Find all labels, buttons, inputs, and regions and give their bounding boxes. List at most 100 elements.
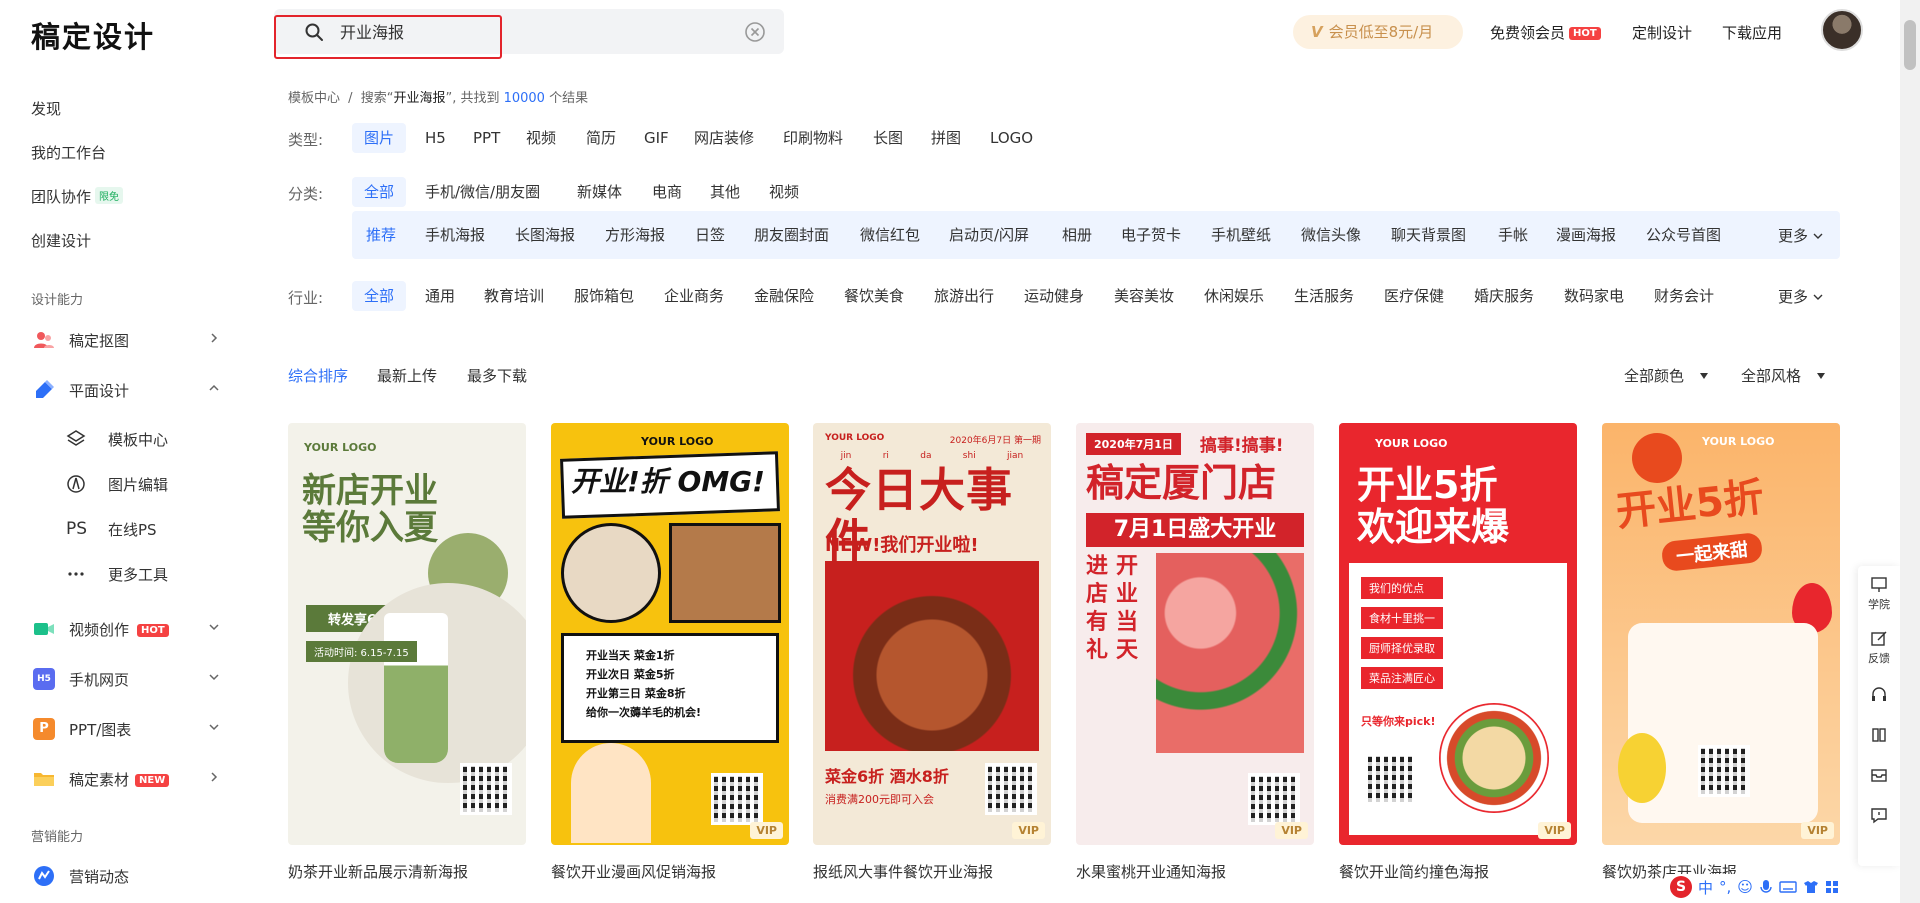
guide-button[interactable]	[1858, 726, 1900, 747]
search-input[interactable]	[340, 17, 700, 45]
industry-chip[interactable]: 餐饮美食	[844, 281, 904, 311]
template-card[interactable]: YOUR LOGO 开业!折 OMG! 开业当天 菜金1折 开业次日 菜金5折 开业…	[551, 423, 789, 845]
template-card[interactable]: YOUR LOGO 开业5折 欢迎来爆 我们的优点 食材十里挑一 厨师择优录取 菜…	[1339, 423, 1577, 845]
type-chip[interactable]: 图片	[352, 123, 407, 153]
subcategory-chip[interactable]: 电子贺卡	[1121, 220, 1181, 250]
sidebar-sub-more-tools[interactable]: 更多工具	[66, 561, 216, 587]
type-chip[interactable]: 长图	[873, 123, 903, 153]
grid-icon[interactable]	[1825, 880, 1839, 894]
industry-chip[interactable]: 运动健身	[1024, 281, 1084, 311]
sidebar-item-create[interactable]: 创建设计	[31, 230, 91, 251]
template-card[interactable]: 2020年7月1日 搞事!搞事! 稿定厦门店 7月1日盛大开业 进店有礼 开业当…	[1076, 423, 1314, 845]
category-chip[interactable]: 电商	[652, 177, 682, 207]
scrollbar-thumb[interactable]	[1904, 20, 1916, 70]
type-chip[interactable]: H5	[425, 123, 446, 153]
industry-more-button[interactable]: 更多	[1778, 286, 1823, 307]
industry-chip[interactable]: 婚庆服务	[1474, 281, 1534, 311]
template-title[interactable]: 奶茶开业新品展示清新海报	[288, 861, 528, 882]
subcategory-chip[interactable]: 手机海报	[425, 220, 485, 250]
free-vip-link[interactable]: 免费领会员 HOT	[1490, 22, 1601, 43]
industry-chip[interactable]: 服饰箱包	[574, 281, 634, 311]
emoji-icon[interactable]: ☺	[1737, 878, 1753, 896]
subcategory-chip[interactable]: 聊天背景图	[1391, 220, 1466, 250]
industry-chip[interactable]: 企业商务	[664, 281, 724, 311]
industry-chip[interactable]: 通用	[425, 281, 455, 311]
sidebar-item-graphic-design[interactable]: 平面设计	[31, 377, 221, 403]
industry-chip[interactable]: 财务会计	[1654, 281, 1714, 311]
industry-chip[interactable]: 休闲娱乐	[1204, 281, 1264, 311]
template-card[interactable]: YOUR LOGO 2020年6月7日 第一期 jin ri da shi jian 今…	[813, 423, 1051, 845]
template-title[interactable]: 水果蜜桃开业通知海报	[1076, 861, 1316, 882]
sidebar-item-material[interactable]: 稿定素材 NEW	[31, 766, 221, 792]
subcategory-chip[interactable]: 公众号首图	[1646, 220, 1721, 250]
message-button[interactable]	[1858, 806, 1900, 827]
type-chip[interactable]: LOGO	[990, 123, 1033, 153]
sidebar-item-video[interactable]: 视频创作 HOT	[31, 616, 221, 642]
skin-icon[interactable]	[1803, 880, 1819, 894]
subcategory-more-button[interactable]: 更多	[1778, 225, 1823, 246]
category-chip[interactable]: 手机/微信/朋友圈	[425, 177, 540, 207]
type-chip[interactable]: 视频	[526, 123, 556, 153]
custom-design-link[interactable]: 定制设计	[1632, 22, 1692, 43]
subcategory-chip[interactable]: 手机壁纸	[1211, 220, 1271, 250]
category-chip[interactable]: 视频	[769, 177, 799, 207]
template-card[interactable]: YOUR LOGO 新店开业等你入夏 转发享6折优惠 活动时间: 6.15-7.…	[288, 423, 526, 845]
subcategory-chip[interactable]: 启动页/闪屏	[949, 220, 1029, 250]
subcategory-chip[interactable]: 漫画海报	[1556, 220, 1616, 250]
category-chip[interactable]: 新媒体	[577, 177, 622, 207]
template-title[interactable]: 餐饮开业漫画风促销海报	[551, 861, 791, 882]
industry-chip[interactable]: 生活服务	[1294, 281, 1354, 311]
sidebar-item-cutout[interactable]: 稿定抠图	[31, 327, 221, 353]
category-chip[interactable]: 其他	[710, 177, 740, 207]
type-chip[interactable]: GIF	[644, 123, 669, 153]
sidebar-item-ppt[interactable]: P PPT/图表	[31, 716, 221, 742]
clear-search-icon[interactable]	[744, 21, 766, 43]
template-card[interactable]: YOUR LOGO 开业5折 一起来甜 VIP	[1602, 423, 1840, 845]
sidebar-sub-templates[interactable]: 模板中心	[66, 426, 216, 452]
subcategory-chip[interactable]: 方形海报	[605, 220, 665, 250]
microphone-icon[interactable]	[1759, 879, 1773, 895]
academy-button[interactable]: 学院	[1858, 576, 1900, 612]
vip-promo-button[interactable]: V 会员低至8元/月	[1293, 15, 1463, 49]
subcategory-chip[interactable]: 微信红包	[860, 220, 920, 250]
search-box[interactable]	[274, 9, 784, 54]
sidebar-item-team[interactable]: 团队协作 限免	[31, 186, 124, 207]
template-title[interactable]: 餐饮开业简约撞色海报	[1339, 861, 1579, 882]
type-chip[interactable]: 拼图	[931, 123, 961, 153]
industry-chip[interactable]: 医疗保健	[1384, 281, 1444, 311]
subcategory-chip[interactable]: 相册	[1062, 220, 1092, 250]
sort-most-downloads[interactable]: 最多下载	[467, 365, 527, 386]
user-avatar[interactable]	[1821, 9, 1863, 51]
subcategory-chip[interactable]: 微信头像	[1301, 220, 1361, 250]
sidebar-item-h5[interactable]: H5 手机网页	[31, 666, 221, 692]
subcategory-chip[interactable]: 朋友圈封面	[754, 220, 829, 250]
industry-chip[interactable]: 美容美妆	[1114, 281, 1174, 311]
sort-latest[interactable]: 最新上传	[377, 365, 437, 386]
feedback-button[interactable]: 反馈	[1858, 630, 1900, 666]
sogou-logo-icon[interactable]: S	[1670, 876, 1692, 898]
breadcrumb-root[interactable]: 模板中心	[288, 91, 340, 106]
style-filter-dropdown[interactable]: 全部风格	[1741, 365, 1826, 386]
color-filter-dropdown[interactable]: 全部颜色	[1624, 365, 1709, 386]
subcategory-chip[interactable]: 手帐	[1498, 220, 1528, 250]
subcategory-chip[interactable]: 推荐	[366, 220, 396, 250]
sidebar-item-workspace[interactable]: 我的工作台	[31, 142, 106, 163]
ime-language-toggle[interactable]: 中	[1698, 877, 1713, 898]
industry-chip[interactable]: 金融保险	[754, 281, 814, 311]
sidebar-sub-image-edit[interactable]: 图片编辑	[66, 471, 216, 497]
sidebar-sub-online-ps[interactable]: PS 在线PS	[66, 516, 216, 542]
page-scrollbar[interactable]	[1900, 0, 1920, 903]
support-button[interactable]	[1858, 686, 1900, 707]
industry-chip[interactable]: 数码家电	[1564, 281, 1624, 311]
category-chip[interactable]: 全部	[352, 177, 407, 207]
ime-punctuation-toggle[interactable]: °,	[1719, 878, 1731, 896]
template-title[interactable]: 报纸风大事件餐饮开业海报	[813, 861, 1053, 882]
inbox-button[interactable]	[1858, 766, 1900, 787]
download-app-link[interactable]: 下载应用	[1722, 22, 1782, 43]
subcategory-chip[interactable]: 日签	[695, 220, 725, 250]
sidebar-item-marketing[interactable]: 营销动态	[31, 863, 221, 889]
sort-comprehensive[interactable]: 综合排序	[288, 365, 348, 386]
industry-chip[interactable]: 旅游出行	[934, 281, 994, 311]
type-chip[interactable]: 网店装修	[694, 123, 754, 153]
type-chip[interactable]: 印刷物料	[783, 123, 843, 153]
